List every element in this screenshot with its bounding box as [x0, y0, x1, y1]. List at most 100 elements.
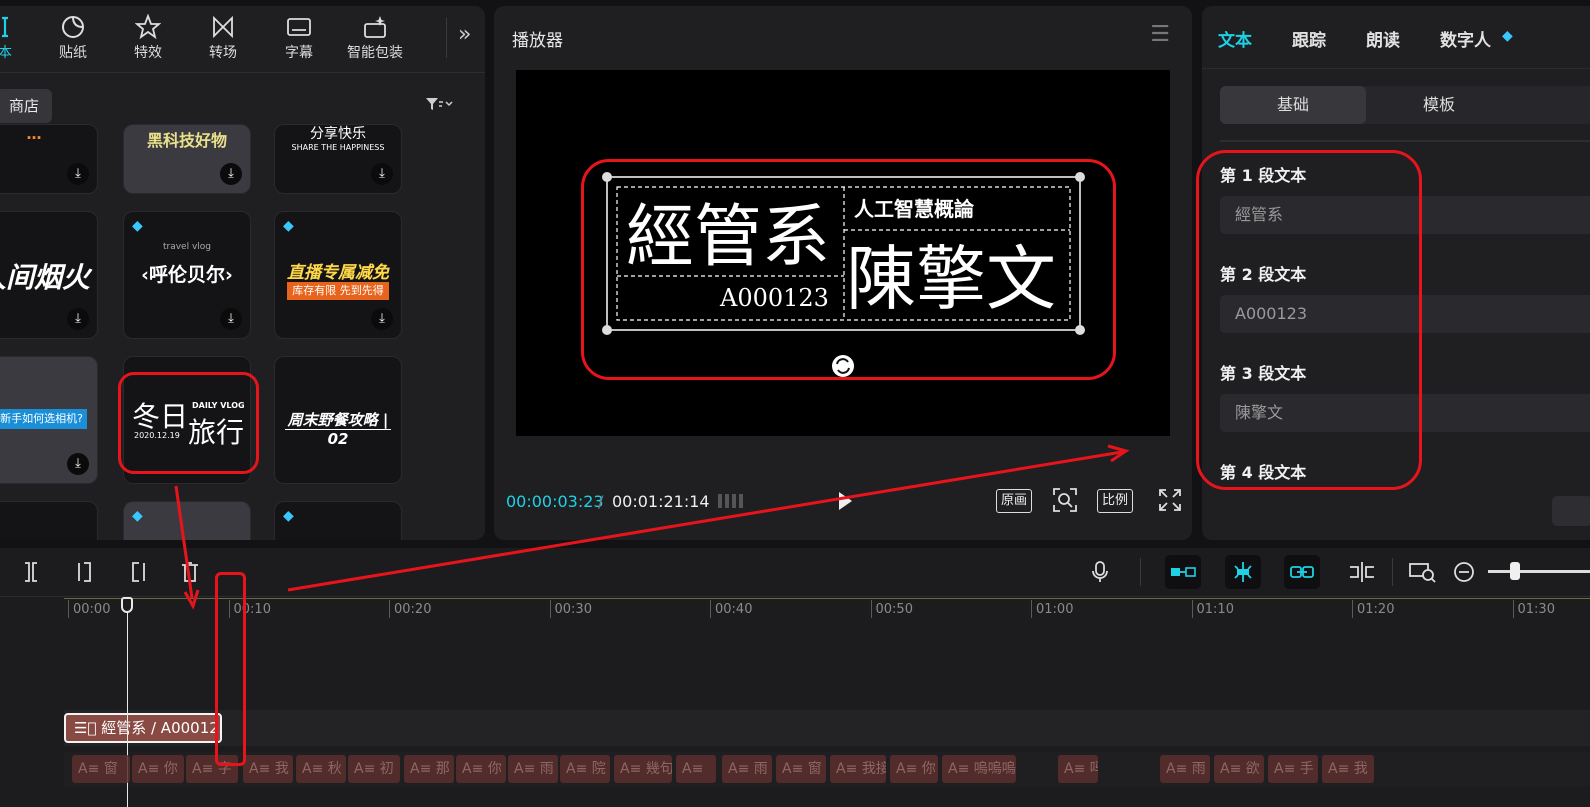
subtitle-clip[interactable]: A≡ 手 — [1268, 755, 1318, 783]
category-sticker[interactable]: 贴纸 — [38, 14, 108, 62]
zoom-out-icon[interactable] — [1453, 560, 1475, 584]
download-icon[interactable]: ⤓ — [220, 163, 242, 185]
rotate-icon[interactable] — [832, 355, 854, 377]
subtitle-clip[interactable]: A≡ 嗚嗚嗚 — [942, 755, 1016, 783]
zoom-slider-handle[interactable] — [1510, 562, 1520, 580]
vip-diamond-icon: ◆ — [1502, 28, 1513, 44]
download-icon[interactable]: ⤓ — [220, 308, 242, 330]
category-smart-pack[interactable]: 智能包装 — [340, 14, 410, 62]
zoom-fit-icon[interactable] — [1408, 560, 1436, 584]
ratio-button[interactable]: 比例 — [1097, 489, 1134, 513]
tab-text[interactable]: 文本 — [1218, 26, 1252, 51]
shop-tab[interactable]: 商店 — [0, 89, 52, 123]
subtitle-clip[interactable]: A≡ 雨 — [722, 755, 772, 783]
text-template-thumb[interactable]: 人间烟火 ⤓ — [0, 211, 98, 339]
download-icon[interactable]: ⤓ — [67, 308, 89, 330]
text-template-thumb[interactable]: 新手如何选相机? ⤓ — [0, 356, 98, 484]
trim-left-icon[interactable] — [76, 560, 94, 584]
preview-axis-icon[interactable] — [1348, 560, 1376, 584]
tab-read-aloud[interactable]: 朗读 — [1366, 26, 1400, 51]
subtitle-clip[interactable]: A≡ 你 — [456, 755, 506, 783]
subtitle-clip[interactable]: A≡ 你 — [132, 755, 184, 783]
linkage-button[interactable] — [1284, 555, 1320, 589]
tab-digital-human[interactable]: 数字人 — [1440, 26, 1491, 51]
text-template-thumb[interactable]: ◆ — [274, 501, 402, 540]
text-clip[interactable]: ☰⃥ 經管系 / A000123 — [64, 713, 222, 743]
resize-handle[interactable] — [602, 325, 612, 335]
resize-handle[interactable] — [602, 172, 612, 182]
subtitle-clip[interactable]: A≡ 窗 — [776, 755, 826, 783]
fullscreen-icon[interactable] — [1158, 488, 1182, 512]
smart-pack-icon — [364, 16, 386, 38]
zoom-icon[interactable] — [1052, 487, 1078, 513]
delete-icon[interactable] — [180, 560, 200, 584]
text-template-thumb[interactable]: ◆ 直播专属减免 库存有限 先到先得 ⤓ — [274, 211, 402, 339]
subtitle-clip[interactable]: A≡ 吗 — [1058, 755, 1098, 783]
subtitle-clip[interactable]: A≡ 那 — [404, 755, 454, 783]
subtitle-clip[interactable]: A≡ 秋 — [296, 755, 346, 783]
tab-tracking[interactable]: 跟踪 — [1292, 26, 1326, 51]
category-subtitle[interactable]: 字幕 — [264, 14, 334, 62]
ruler-label: 01:00 — [1036, 602, 1074, 617]
snap-icon — [1234, 562, 1252, 582]
text-template-thumb[interactable]: 分享快乐 SHARE THE HAPPINESS ⤓ — [274, 124, 402, 194]
text-template-thumb[interactable] — [0, 501, 98, 540]
section-label: 第 3 段文本 — [1220, 364, 1307, 383]
playhead-handle[interactable] — [121, 597, 133, 613]
subtitle-clip[interactable]: A≡ 幾句 — [614, 755, 672, 783]
subtitle-clip[interactable]: A≡ 欲 — [1214, 755, 1264, 783]
text-template-thumb[interactable]: ◆ travel vlog ‹呼伦贝尔› ⤓ — [123, 211, 251, 339]
subtitle-clip[interactable]: A≡ 雨 — [508, 755, 558, 783]
filter-button[interactable] — [425, 96, 455, 116]
text-overlay-preview[interactable]: 經管系 人工智慧概論 陳擎文 A000123 — [516, 70, 1170, 436]
subtitle-clip[interactable]: A≡ 窗 — [72, 755, 130, 783]
subtitle-clip[interactable]: A≡ 你 — [890, 755, 938, 783]
text-template-thumb[interactable]: ◆ — [123, 501, 251, 540]
text-template-thumb[interactable]: 周末野餐攻略 | 02 — [274, 356, 402, 484]
download-icon[interactable]: ⤓ — [67, 163, 89, 185]
split-icon[interactable] — [22, 560, 40, 584]
video-canvas[interactable]: 經管系 人工智慧概論 陳擎文 A000123 — [516, 70, 1170, 436]
trim-right-icon[interactable] — [129, 560, 147, 584]
waveform-icon[interactable] — [716, 490, 750, 512]
text-template-thumb[interactable]: 冬日 DAILY VLOG 旅行 2020.12.19 — [123, 356, 251, 484]
text-clip-icon: A≡ — [1328, 761, 1354, 777]
download-icon[interactable]: ⤓ — [67, 453, 89, 475]
subtitle-clip[interactable]: A≡ 院 — [560, 755, 610, 783]
text-field-3[interactable]: 陳擎文 — [1220, 394, 1590, 432]
subtitle-clip[interactable]: A≡ 我 — [243, 755, 293, 783]
text-field-2[interactable]: A000123 — [1220, 295, 1590, 333]
download-icon[interactable]: ⤓ — [371, 308, 393, 330]
microphone-icon[interactable] — [1090, 560, 1110, 584]
play-icon[interactable] — [836, 490, 854, 512]
text-clip-icon: A≡ — [354, 761, 380, 777]
segment-basic[interactable]: 基础 — [1220, 86, 1366, 124]
subtitle-clip[interactable]: A≡ — [676, 755, 716, 783]
action-button[interactable] — [1552, 496, 1590, 526]
category-label: 智能包装 — [347, 45, 403, 61]
subtitle-clip[interactable]: A≡ 我接 — [830, 755, 886, 783]
menu-icon[interactable]: ☰ — [1150, 22, 1170, 47]
category-text[interactable]: 本 — [0, 14, 40, 62]
original-ratio-button[interactable]: 原画 — [996, 489, 1033, 513]
text-template-thumb[interactable]: 黑科技好物 ⤓ — [123, 124, 251, 194]
zoom-slider-track[interactable] — [1488, 570, 1590, 573]
subtitle-clip[interactable]: A≡ 字 — [186, 755, 238, 783]
main-track-magnet-button[interactable] — [1165, 555, 1201, 589]
more-button[interactable]: » — [458, 22, 471, 47]
divider — [285, 429, 391, 430]
auto-snap-button[interactable] — [1225, 555, 1261, 589]
subtitle-clip[interactable]: A≡ 雨 — [1160, 755, 1210, 783]
divider — [446, 18, 447, 58]
text-field-1[interactable]: 經管系 — [1220, 196, 1590, 234]
category-effects[interactable]: 特效 — [113, 14, 183, 62]
current-time: 00:00:03:23 — [506, 492, 604, 511]
text-template-thumb[interactable]: … ⤓ — [0, 124, 98, 194]
subtitle-clip[interactable]: A≡ 我 — [1322, 755, 1374, 783]
category-transition[interactable]: 转场 — [188, 14, 258, 62]
resize-handle[interactable] — [1075, 172, 1085, 182]
segment-template[interactable]: 模板 — [1366, 86, 1512, 124]
download-icon[interactable]: ⤓ — [371, 163, 393, 185]
subtitle-clip[interactable]: A≡ 初 — [348, 755, 400, 783]
resize-handle[interactable] — [1075, 325, 1085, 335]
